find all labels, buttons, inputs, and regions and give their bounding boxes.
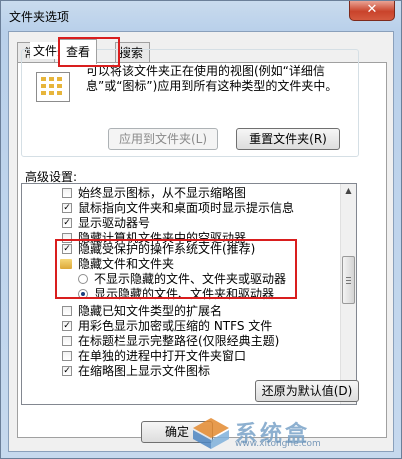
- reset-folders-button[interactable]: 重置文件夹(R): [236, 128, 340, 150]
- window-title: 文件夹选项: [9, 10, 70, 24]
- restore-defaults-button[interactable]: 还原为默认值(D): [255, 380, 359, 402]
- folder-options-window: 文件夹选项 ✕ 常规 查看 搜索 文件夹视图 可以将该文件夹正在使用的视图(例如…: [0, 0, 402, 459]
- watermark-url: www.xitonghe.com: [235, 439, 321, 449]
- checkbox-show-drive-letters[interactable]: ✓: [62, 218, 72, 228]
- apply-to-folders-button[interactable]: 应用到文件夹(L): [108, 128, 218, 150]
- highlight-view-tab: [58, 37, 120, 67]
- title-bar[interactable]: 文件夹选项 ✕: [1, 1, 401, 31]
- list-scrollbar[interactable]: ▲ ▼: [340, 184, 356, 404]
- scroll-thumb[interactable]: [342, 256, 355, 304]
- checkbox-hide-extensions[interactable]: [62, 306, 72, 316]
- checkbox-color-ntfs[interactable]: ✓: [62, 321, 72, 331]
- checkbox-show-tooltips[interactable]: ✓: [62, 203, 72, 213]
- close-icon: ✕: [366, 2, 378, 17]
- close-button[interactable]: ✕: [349, 1, 395, 21]
- checkbox-always-show-icons[interactable]: [62, 188, 72, 198]
- watermark-logo-icon: [193, 418, 229, 449]
- folder-views-description: 可以将该文件夹正在使用的视图(例如“详细信息”或“图标”)应用到所有这种类型的文…: [86, 64, 338, 93]
- checkbox-separate-process[interactable]: [62, 351, 72, 361]
- folder-view-icon: [36, 72, 70, 102]
- checkbox-thumbnail-icons[interactable]: ✓: [62, 366, 72, 376]
- scroll-up-icon[interactable]: ▲: [343, 184, 354, 198]
- checkbox-full-path-title[interactable]: [62, 336, 72, 346]
- watermark: 系统盒 www.xitonghe.com: [191, 416, 391, 450]
- highlight-hidden-file-options: [55, 239, 297, 299]
